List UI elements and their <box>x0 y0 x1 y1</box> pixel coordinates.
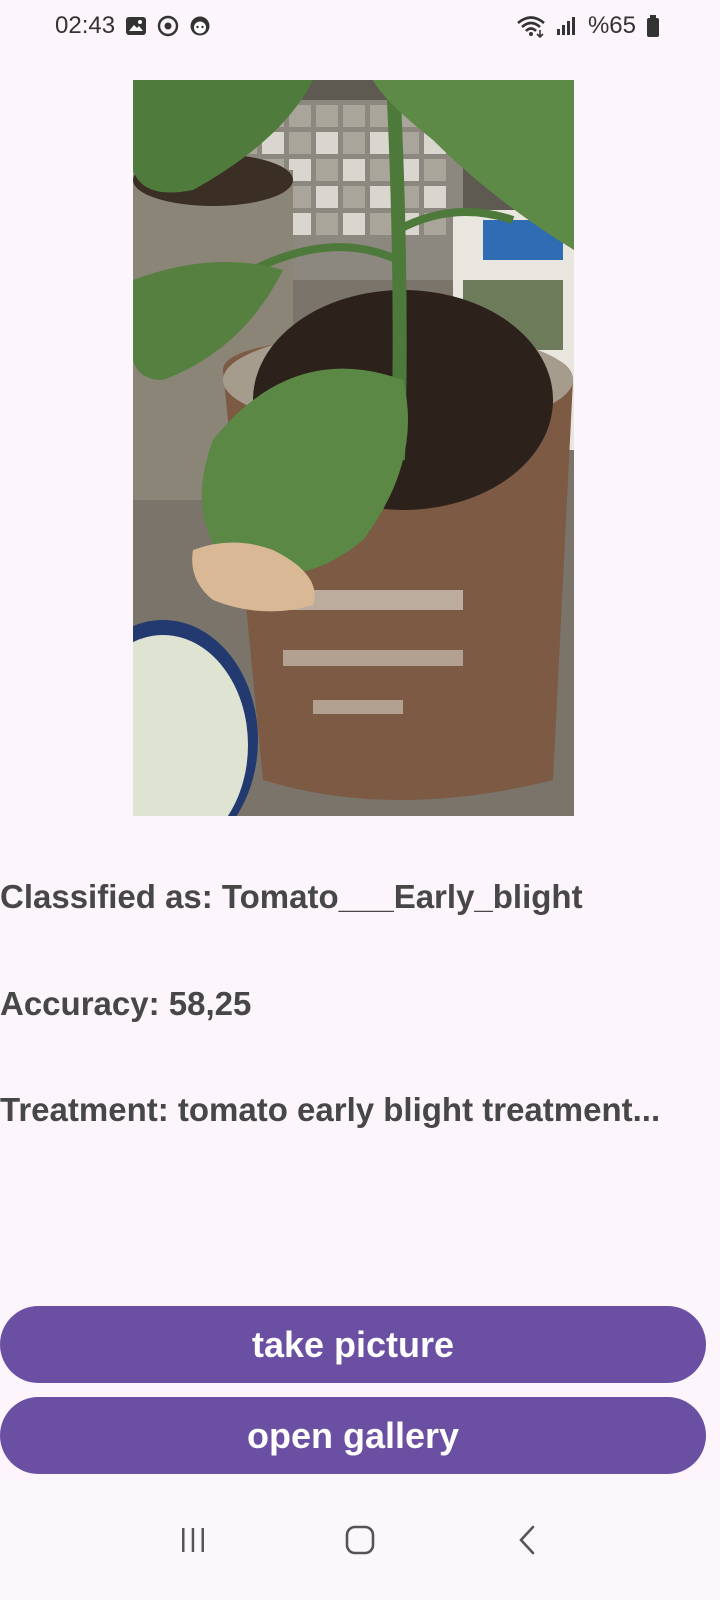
back-icon <box>518 1525 534 1555</box>
status-time: 02:43 <box>55 12 116 39</box>
app-screen: 02:43 %65 Classified as: Tomato___Early_… <box>0 0 720 1600</box>
battery-icon <box>646 14 660 38</box>
home-button[interactable] <box>320 1500 400 1580</box>
classified-plant-photo <box>133 80 574 816</box>
wifi-icon <box>516 14 546 38</box>
classification-result: Classified as: Tomato___Early_blight <box>0 878 583 915</box>
status-bar: 02:43 %65 <box>0 0 720 52</box>
signal-icon <box>556 15 578 37</box>
back-button[interactable] <box>487 1500 567 1580</box>
open-gallery-button[interactable]: open gallery <box>0 1397 706 1474</box>
treatment-result: Treatment: tomato early blight treatment… <box>0 1091 661 1128</box>
gallery-notification-icon <box>125 15 147 37</box>
plant-photo-illustration <box>133 80 574 816</box>
status-right: %65 <box>516 12 660 40</box>
battery-percent: %65 <box>587 12 636 39</box>
home-icon <box>345 1525 375 1555</box>
status-left: 02:43 <box>55 12 211 40</box>
sync-notification-icon <box>157 15 179 37</box>
accuracy-result: Accuracy: 58,25 <box>0 985 252 1022</box>
navigation-bar <box>0 1480 720 1600</box>
recent-apps-button[interactable] <box>153 1500 233 1580</box>
recent-apps-icon <box>182 1528 205 1552</box>
face-notification-icon <box>189 15 211 37</box>
take-picture-button[interactable]: take picture <box>0 1306 706 1383</box>
